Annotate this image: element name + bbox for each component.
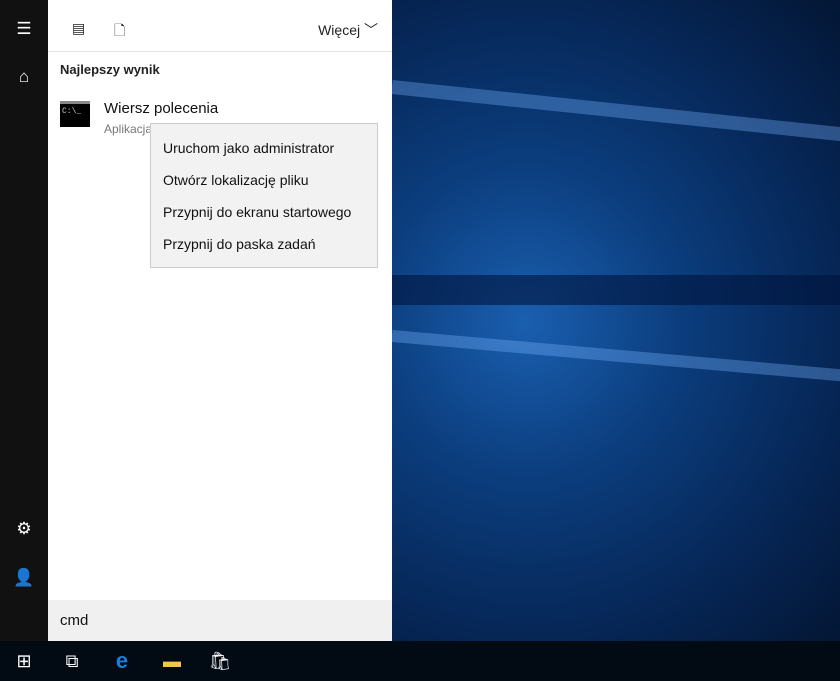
context-menu: Uruchom jako administrator Otwórz lokali… bbox=[150, 123, 378, 268]
menu-item-run-as-admin[interactable]: Uruchom jako administrator bbox=[151, 132, 377, 164]
windows-start-icon[interactable]: ⊞ bbox=[12, 649, 36, 673]
hamburger-menu-icon[interactable]: ☰ bbox=[12, 17, 36, 41]
search-panel: ▤ 🗋 Więcej ﹀ Najlepszy wynik C:\_ Wiersz… bbox=[48, 0, 392, 641]
best-match-heading: Najlepszy wynik bbox=[60, 62, 160, 77]
store-icon[interactable]: 🛍 bbox=[208, 649, 232, 673]
menu-item-open-file-location[interactable]: Otwórz lokalizację pliku bbox=[151, 164, 377, 196]
result-title: Wiersz polecenia bbox=[104, 100, 219, 117]
result-subtitle: Aplikacja bbox=[104, 122, 153, 136]
taskbar: ⊞ ⧉ e ▬ 🛍 bbox=[0, 641, 840, 681]
start-rail: ☰ ⌂ ⚙ 👤 bbox=[0, 0, 48, 641]
edge-browser-icon[interactable]: e bbox=[110, 649, 134, 673]
task-view-icon[interactable]: ⧉ bbox=[60, 649, 84, 673]
home-icon[interactable]: ⌂ bbox=[12, 65, 36, 89]
chevron-down-icon: ﹀ bbox=[364, 22, 378, 38]
menu-item-pin-to-taskbar[interactable]: Przypnij do paska zadań bbox=[151, 228, 377, 260]
more-button[interactable]: Więcej ﹀ bbox=[318, 20, 378, 40]
filter-bar: ▤ 🗋 Więcej ﹀ bbox=[48, 0, 392, 52]
more-label: Więcej bbox=[318, 22, 361, 38]
documents-filter-icon[interactable]: 🗋 bbox=[114, 20, 125, 44]
file-explorer-icon[interactable]: ▬ bbox=[160, 649, 184, 673]
command-prompt-icon: C:\_ bbox=[60, 101, 90, 127]
desktop-wallpaper bbox=[392, 0, 840, 641]
menu-item-pin-to-start[interactable]: Przypnij do ekranu startowego bbox=[151, 196, 377, 228]
feedback-icon[interactable]: 👤 bbox=[12, 566, 36, 590]
settings-gear-icon[interactable]: ⚙ bbox=[12, 517, 36, 541]
apps-filter-icon[interactable]: ▤ bbox=[72, 20, 85, 37]
search-input[interactable]: cmd bbox=[48, 600, 392, 641]
